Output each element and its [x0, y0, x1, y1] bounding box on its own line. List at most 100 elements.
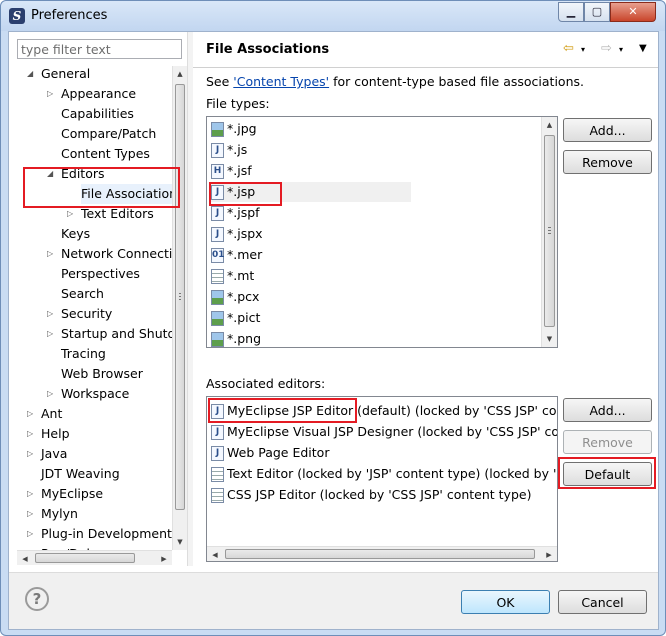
- file-type-item[interactable]: *.mt: [211, 266, 531, 286]
- tree-item-label: General: [41, 66, 91, 81]
- tree-item[interactable]: ▷ Help: [9, 424, 172, 444]
- help-icon[interactable]: ?: [25, 587, 49, 611]
- tree-item-label: Java: [41, 446, 68, 461]
- file-types-list[interactable]: ▲ ▼ *.jpg J *.js H *.jsf J *.jsp J *.jspf J *.jspx…: [206, 116, 558, 348]
- tree-item[interactable]: Content Types: [9, 144, 172, 164]
- page-title: File Associations: [206, 42, 330, 57]
- collapsed-arrow-icon[interactable]: ▷: [27, 444, 37, 464]
- tree-item[interactable]: Keys: [9, 224, 172, 244]
- editor-item[interactable]: J MyEclipse Visual JSP Designer (locked b…: [211, 422, 557, 442]
- tree-horizontal-scrollbar[interactable]: ◀ ▶: [17, 550, 172, 565]
- associated-editors-list[interactable]: ◀ ▶ J MyEclipse JSP Editor (default) (loc…: [206, 396, 558, 562]
- tree-item[interactable]: ▷ Java: [9, 444, 172, 464]
- scrollbar-thumb[interactable]: [35, 553, 135, 563]
- tree-item[interactable]: JDT Weaving: [9, 464, 172, 484]
- file-type-item[interactable]: J *.jsp: [211, 182, 411, 202]
- file-type-item[interactable]: J *.jspx: [211, 224, 531, 244]
- file-type-item[interactable]: *.pict: [211, 308, 531, 328]
- file-type-item[interactable]: *.jpg: [211, 119, 531, 139]
- scroll-up-icon[interactable]: ▲: [542, 117, 557, 133]
- default-editor-button[interactable]: Default: [563, 462, 652, 486]
- editor-item[interactable]: CSS JSP Editor (locked by 'CSS JSP' cont…: [211, 485, 531, 505]
- tree-item[interactable]: Perspectives: [9, 264, 172, 284]
- remove-file-type-button[interactable]: Remove: [563, 150, 652, 174]
- collapsed-arrow-icon[interactable]: ▷: [27, 424, 37, 444]
- tree-item-label: Help: [41, 426, 70, 441]
- collapsed-arrow-icon[interactable]: ▷: [47, 384, 57, 404]
- scroll-left-icon[interactable]: ◀: [207, 547, 223, 561]
- file-associations-page: File Associations ⇦ ▾ ⇨ ▾ ▼ See 'Content…: [193, 32, 658, 566]
- tree-item[interactable]: Tracing: [9, 344, 172, 364]
- chevron-down-icon[interactable]: ▾: [581, 45, 585, 54]
- tree-item[interactable]: ▷ Ant: [9, 404, 172, 424]
- file-type-item[interactable]: *.png: [211, 329, 531, 347]
- editor-item[interactable]: J Web Page Editor: [211, 443, 329, 463]
- collapsed-arrow-icon[interactable]: ▷: [27, 524, 37, 544]
- remove-editor-button[interactable]: Remove: [563, 430, 652, 454]
- text-editor-icon: [211, 488, 224, 503]
- tree-item[interactable]: File Associations: [9, 184, 172, 204]
- image-file-icon: [211, 290, 224, 305]
- jsp-editor-icon: J: [211, 425, 224, 440]
- tree-item[interactable]: ▷ Startup and Shutdown: [9, 324, 172, 344]
- content-types-link[interactable]: 'Content Types': [233, 74, 329, 89]
- scroll-left-icon[interactable]: ◀: [17, 551, 33, 565]
- collapsed-arrow-icon[interactable]: ▷: [47, 244, 57, 264]
- editor-item[interactable]: Text Editor (locked by 'JSP' content typ…: [211, 464, 557, 484]
- collapsed-arrow-icon[interactable]: ▷: [47, 324, 57, 344]
- tree-item[interactable]: ▷ Network Connections: [9, 244, 172, 264]
- file-type-item[interactable]: 01 *.mer: [211, 245, 531, 265]
- tree-item[interactable]: Search: [9, 284, 172, 304]
- collapsed-arrow-icon[interactable]: ▷: [47, 304, 57, 324]
- tree-item[interactable]: ▷ Text Editors: [9, 204, 172, 224]
- filter-input[interactable]: [17, 39, 182, 59]
- collapsed-arrow-icon[interactable]: ▷: [27, 504, 37, 524]
- tree-item[interactable]: ▷ Security: [9, 304, 172, 324]
- tree-item[interactable]: Capabilities: [9, 104, 172, 124]
- tree-item[interactable]: Compare/Patch: [9, 124, 172, 144]
- scrollbar-thumb[interactable]: [175, 84, 185, 510]
- scroll-right-icon[interactable]: ▶: [156, 551, 172, 565]
- minimize-button[interactable]: ▁: [558, 2, 584, 22]
- collapsed-arrow-icon[interactable]: ▷: [47, 84, 57, 104]
- editor-item[interactable]: J MyEclipse JSP Editor (default) (locked …: [211, 401, 557, 421]
- file-type-item[interactable]: J *.js: [211, 140, 531, 160]
- file-type-item[interactable]: *.pcx: [211, 287, 531, 307]
- editor-detail: (default) (locked by 'CSS JSP' content t…: [357, 403, 557, 418]
- tree-item[interactable]: ▷ Appearance: [9, 84, 172, 104]
- expanded-arrow-icon[interactable]: ◢: [27, 64, 37, 84]
- cancel-button[interactable]: Cancel: [558, 590, 647, 614]
- editors-horizontal-scrollbar[interactable]: ◀ ▶: [207, 546, 557, 561]
- tree-item[interactable]: ▷ Workspace: [9, 384, 172, 404]
- forward-arrow-icon[interactable]: ⇨: [601, 41, 612, 56]
- tree-item[interactable]: ▷ Mylyn: [9, 504, 172, 524]
- collapsed-arrow-icon[interactable]: ▷: [27, 404, 37, 424]
- scrollbar-thumb[interactable]: [225, 549, 535, 559]
- ok-button[interactable]: OK: [461, 590, 550, 614]
- scrollbar-thumb[interactable]: [544, 135, 555, 327]
- scroll-down-icon[interactable]: ▼: [173, 534, 187, 550]
- add-file-type-button[interactable]: Add...: [563, 118, 652, 142]
- tree-vertical-scrollbar[interactable]: ▲ ▼: [172, 66, 187, 550]
- file-types-scrollbar[interactable]: ▲ ▼: [541, 117, 557, 347]
- tree-item[interactable]: ◢ General: [9, 64, 172, 84]
- view-menu-icon[interactable]: ▼: [639, 43, 647, 54]
- tree-item[interactable]: Web Browser: [9, 364, 172, 384]
- tree-item[interactable]: ▷ Plug-in Development: [9, 524, 172, 544]
- add-editor-button[interactable]: Add...: [563, 398, 652, 422]
- title-bar[interactable]: S Preferences ▁ ▢ ✕: [1, 1, 665, 31]
- maximize-button[interactable]: ▢: [584, 2, 610, 22]
- expanded-arrow-icon[interactable]: ◢: [47, 164, 57, 184]
- scroll-right-icon[interactable]: ▶: [541, 547, 557, 561]
- back-arrow-icon[interactable]: ⇦: [563, 41, 574, 56]
- tree-item[interactable]: ◢ Editors: [9, 164, 172, 184]
- file-type-item[interactable]: J *.jspf: [211, 203, 531, 223]
- scroll-up-icon[interactable]: ▲: [173, 66, 187, 82]
- file-type-item[interactable]: H *.jsf: [211, 161, 531, 181]
- chevron-down-icon[interactable]: ▾: [619, 45, 623, 54]
- close-button[interactable]: ✕: [610, 2, 656, 22]
- scroll-down-icon[interactable]: ▼: [542, 331, 557, 347]
- collapsed-arrow-icon[interactable]: ▷: [27, 484, 37, 504]
- collapsed-arrow-icon[interactable]: ▷: [67, 204, 77, 224]
- tree-item[interactable]: ▷ MyEclipse: [9, 484, 172, 504]
